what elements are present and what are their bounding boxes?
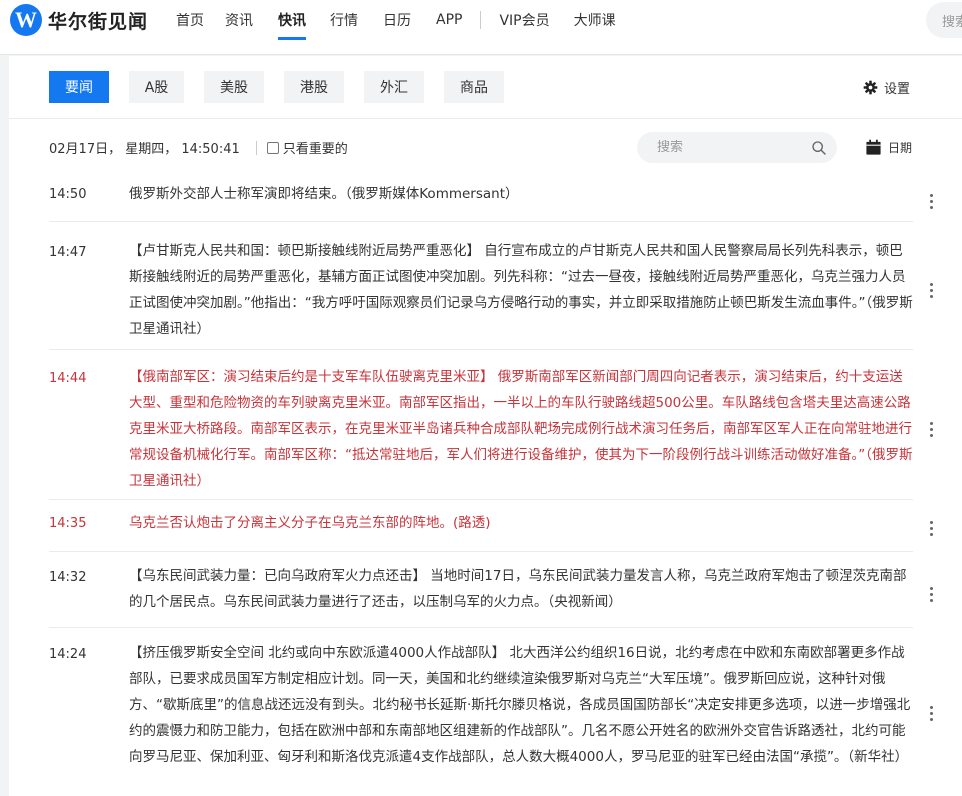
date-button-label: 日期 [888, 141, 913, 155]
news-search-input[interactable] [657, 140, 797, 155]
news-content: 【卢甘斯克人民共和国：顿巴斯接触线附近局势严重恶化】 自行宣布成立的卢甘斯克人民… [129, 243, 913, 337]
nav-item-flash[interactable]: 快讯 [278, 0, 306, 40]
tab-commodities[interactable]: 商品 [444, 71, 504, 103]
nav-item-calendar[interactable]: 日历 [383, 0, 411, 40]
tab-hk-stocks[interactable]: 港股 [284, 71, 344, 103]
news-time: 14:35 [49, 516, 87, 531]
nav-item-news[interactable]: 资讯 [225, 0, 253, 40]
news-content: 【挤压俄罗斯安全空间 北约或向中东欧派遣4000人作战部队】 北大西洋公约组织1… [129, 645, 911, 765]
nav-item-app[interactable]: APP [436, 0, 462, 40]
nav-item-home[interactable]: 首页 [176, 0, 204, 40]
more-options-icon[interactable] [927, 192, 935, 210]
more-options-icon[interactable] [927, 704, 935, 722]
news-item[interactable]: 14:32 【乌东民间武装力量：已向乌政府军火力点还击】 当地时间17日，乌东民… [49, 552, 933, 628]
current-datetime: 02月17日， 星期四， 14:50:41 [49, 142, 240, 157]
news-item[interactable]: 14:24 【挤压俄罗斯安全空间 北约或向中东欧派遣4000人作战部队】 北大西… [49, 628, 933, 796]
section-divider [9, 118, 962, 119]
news-content: 俄罗斯外交部人士称军演即将结束。（俄罗斯媒体Kommersant） [129, 186, 519, 202]
only-important-label[interactable]: 只看重要的 [283, 138, 348, 157]
tab-us-stocks[interactable]: 美股 [204, 71, 264, 103]
tab-headlines[interactable]: 要闻 [49, 71, 109, 103]
top-search-input[interactable]: 搜索 [926, 2, 962, 38]
gear-icon [863, 80, 878, 95]
toolbar-separator [255, 140, 257, 155]
nav-item-market[interactable]: 行情 [330, 0, 358, 40]
only-important-checkbox[interactable] [266, 141, 279, 154]
nav-separator [480, 11, 482, 29]
news-item[interactable]: 14:47 【卢甘斯克人民共和国：顿巴斯接触线附近局势严重恶化】 自行宣布成立的… [49, 222, 933, 350]
top-navigation-bar: W 华尔街见闻 首页 资讯 快讯 行情 日历 APP VIP会员 大师课 搜索 [0, 0, 962, 55]
news-content: 乌克兰否认炮击了分离主义分子在乌克兰东部的阵地。(路透) [129, 515, 491, 531]
news-time: 14:32 [49, 570, 87, 585]
logo-text: 华尔街见闻 [48, 10, 149, 33]
news-item[interactable]: 14:50 俄罗斯外交部人士称军演即将结束。（俄罗斯媒体Kommersant） [49, 178, 933, 222]
news-time: 14:47 [49, 245, 87, 260]
more-options-icon[interactable] [927, 585, 935, 603]
logo-mark-icon: W [10, 4, 42, 36]
settings-button[interactable]: 设置 [863, 78, 910, 97]
news-content: 【乌东民间武装力量：已向乌政府军火力点还击】 当地时间17日，乌东民间武装力量发… [129, 568, 907, 610]
site-logo[interactable]: W 华尔街见闻 [10, 4, 148, 36]
news-item-important[interactable]: 14:44 【俄南部军区：演习结束后约是十支军车队伍驶离克里米亚】 俄罗斯南部军… [49, 350, 933, 500]
settings-label: 设置 [884, 82, 911, 97]
date-toolbar: 02月17日， 星期四， 14:50:41 只看重要的 [49, 138, 348, 157]
nav-item-master-class[interactable]: 大师课 [574, 0, 616, 40]
nav-item-vip[interactable]: VIP会员 [499, 0, 549, 40]
main-nav: 首页 资讯 快讯 行情 日历 APP VIP会员 大师课 [176, 0, 616, 40]
more-options-icon[interactable] [927, 420, 935, 438]
news-content: 【俄南部军区：演习结束后约是十支军车队伍驶离克里米亚】 俄罗斯南部军区新闻部门周… [129, 369, 913, 489]
date-picker-button[interactable]: 日期 [865, 139, 912, 156]
news-time: 14:24 [49, 647, 87, 662]
news-search-box [637, 132, 837, 163]
calendar-icon [866, 139, 881, 155]
category-tabs: 要闻 A股 美股 港股 外汇 商品 [49, 71, 524, 103]
more-options-icon[interactable] [927, 519, 935, 537]
news-time: 14:50 [49, 187, 87, 202]
news-list: 14:50 俄罗斯外交部人士称军演即将结束。（俄罗斯媒体Kommersant） … [49, 178, 933, 796]
news-item-important[interactable]: 14:35 乌克兰否认炮击了分离主义分子在乌克兰东部的阵地。(路透) [49, 500, 933, 552]
more-options-icon[interactable] [927, 281, 935, 299]
flash-news-panel: 要闻 A股 美股 港股 外汇 商品 设置 02月17日， 星期四， 14:50:… [9, 56, 962, 796]
tab-forex[interactable]: 外汇 [364, 71, 424, 103]
tab-a-shares[interactable]: A股 [129, 71, 184, 103]
news-time: 14:44 [49, 371, 87, 386]
search-icon[interactable] [811, 140, 827, 156]
